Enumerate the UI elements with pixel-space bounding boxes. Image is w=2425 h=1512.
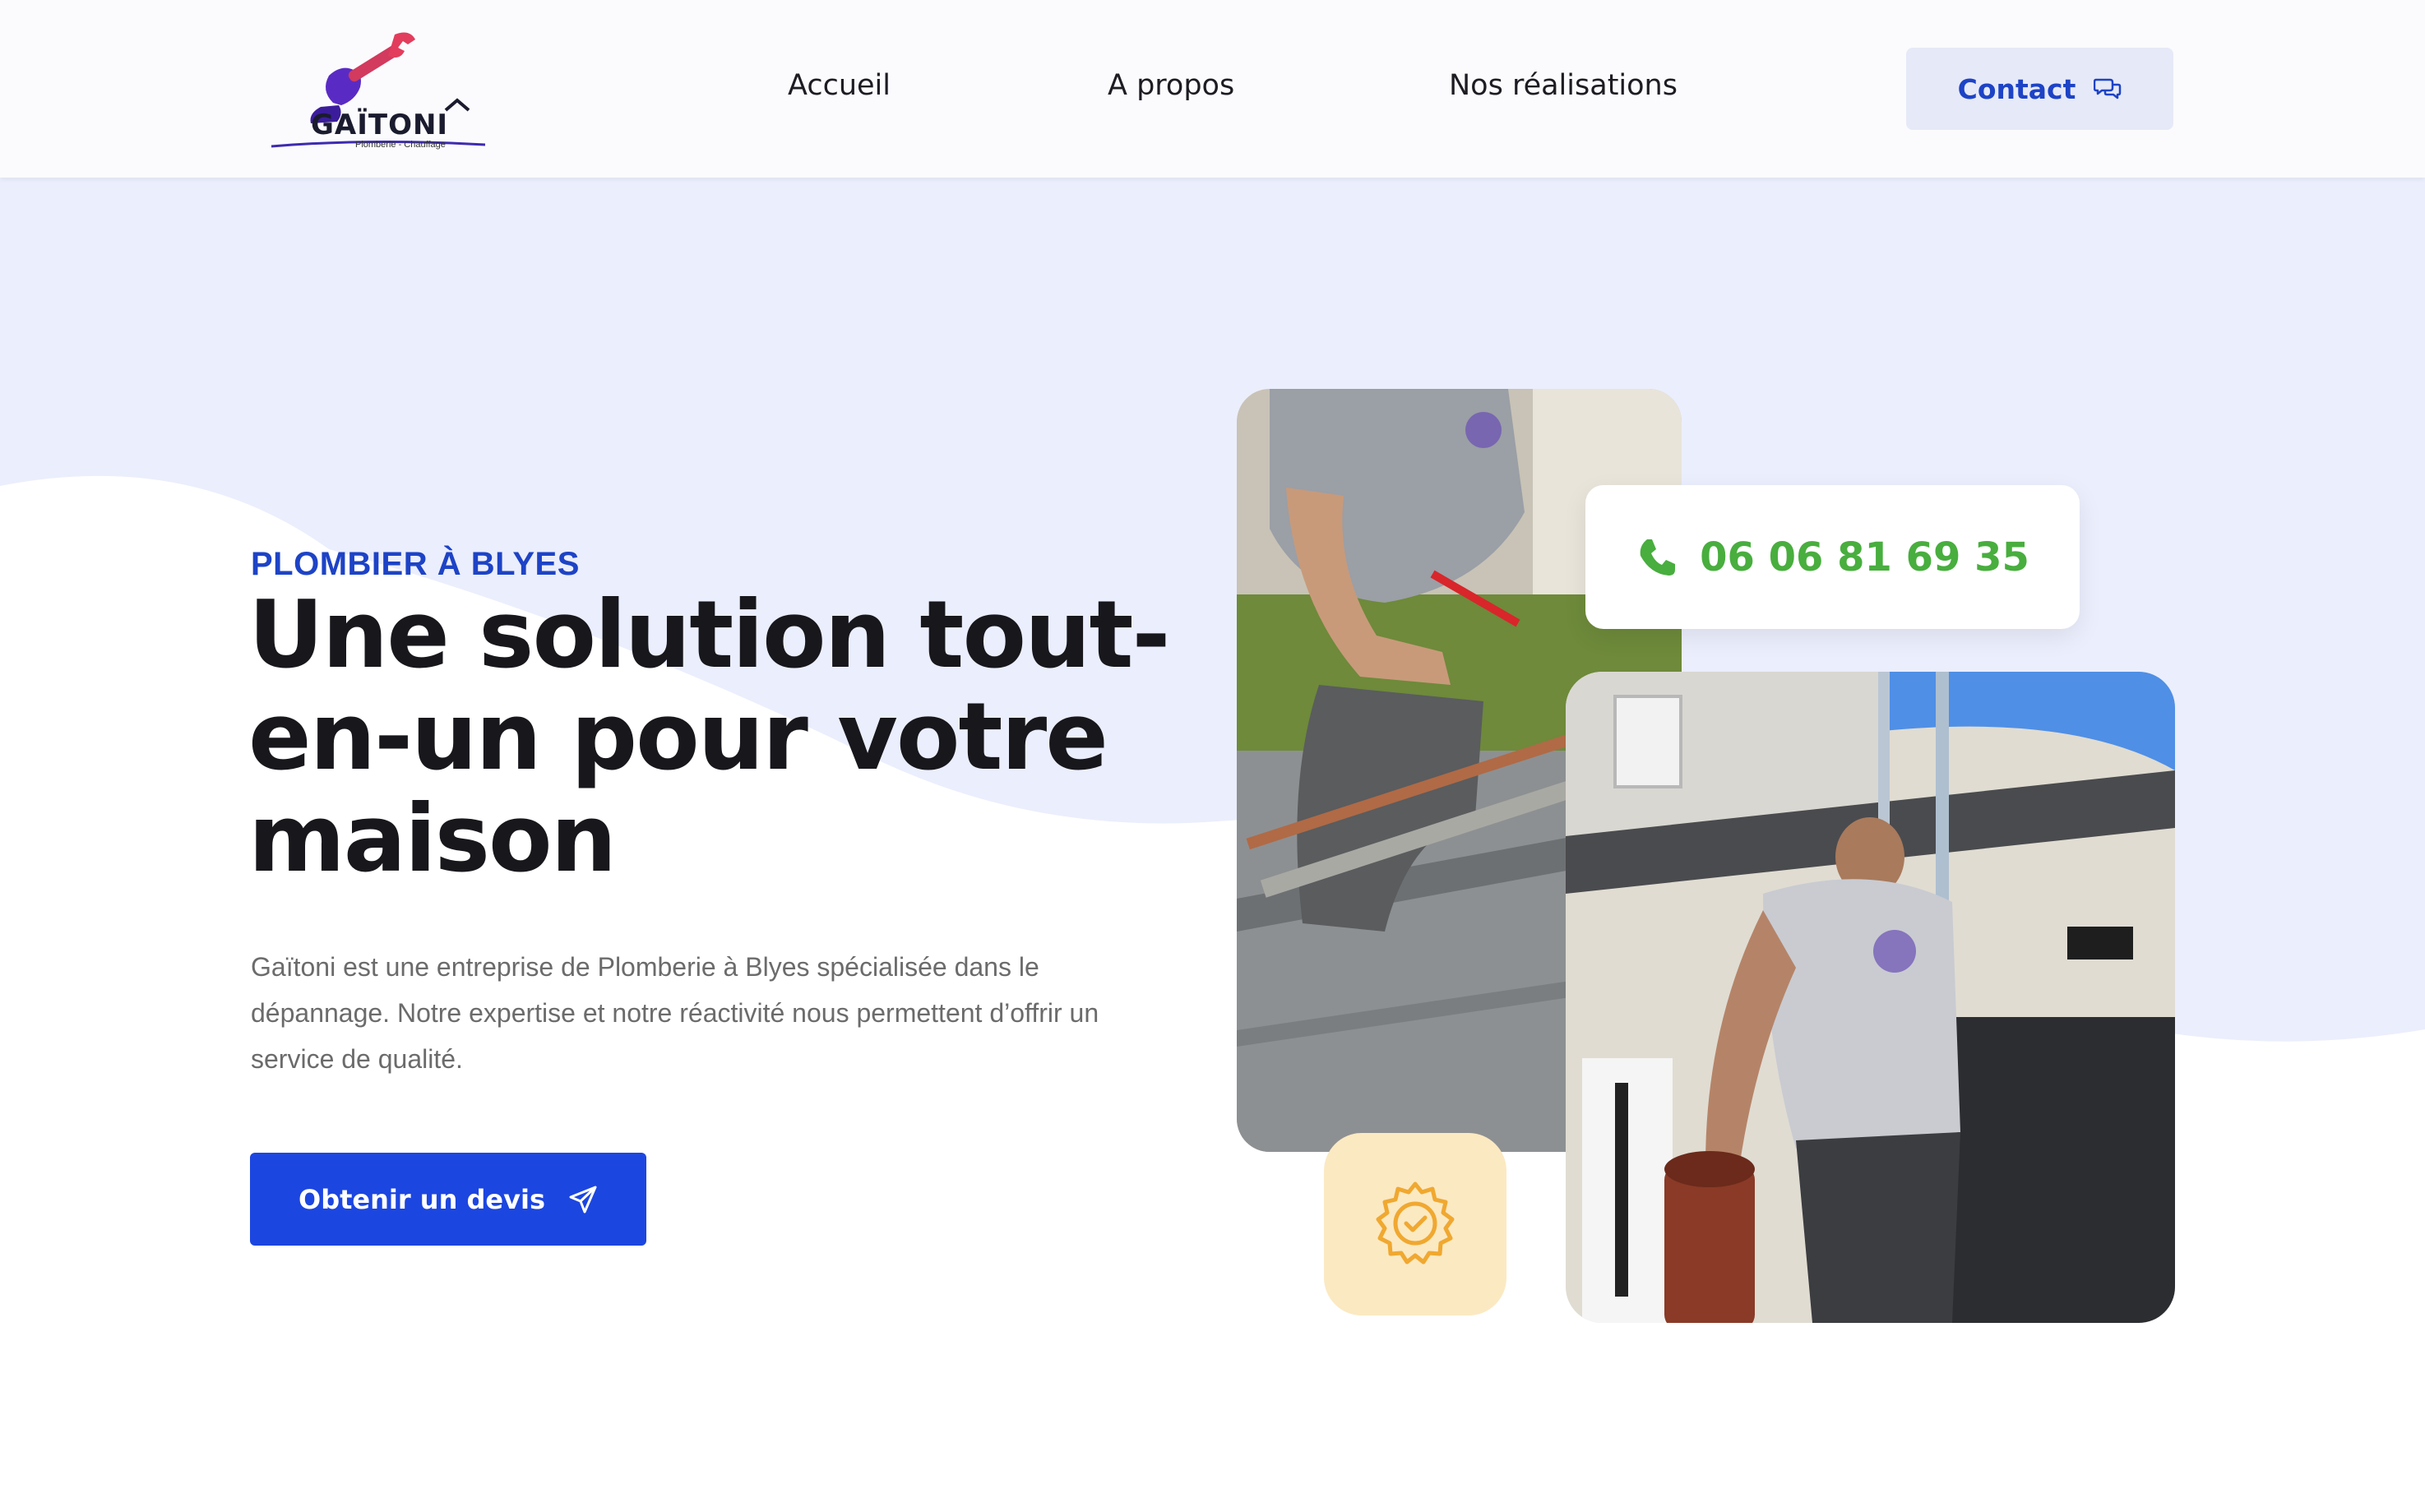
contact-button[interactable]: Contact [1906, 48, 2173, 130]
paper-plane-icon [569, 1186, 597, 1213]
verified-seal-icon [1376, 1181, 1455, 1265]
hero-description: Gaïtoni est une entreprise de Plomberie … [251, 952, 1099, 1074]
logo-wordmark: GAÏTONI [311, 109, 449, 141]
nav-link-accueil[interactable]: Accueil [788, 69, 891, 102]
phone-icon [1640, 539, 1676, 576]
hero-eyebrow: PLOMBIER À BLYES [251, 546, 580, 582]
photo-plumber-on-ladder [1566, 672, 2175, 1323]
phone-card[interactable]: 06 06 81 69 35 [1585, 485, 2080, 629]
quality-badge-card [1324, 1133, 1506, 1315]
chat-bubbles-icon [2094, 78, 2122, 99]
get-quote-button[interactable]: Obtenir un devis [250, 1153, 646, 1246]
nav-link-nos-realisations[interactable]: Nos réalisations [1449, 69, 1678, 102]
site-logo[interactable]: GAÏTONI Plomberie - Chauffage [263, 25, 486, 150]
logo-tagline: Plomberie - Chauffage [355, 140, 446, 150]
contact-button-label: Contact [1957, 72, 2076, 105]
site-header: GAÏTONI Plomberie - Chauffage Accueil A … [0, 0, 2425, 178]
nav-link-a-propos[interactable]: A propos [1108, 69, 1234, 102]
hero-headline: Une solution tout-en-un pour votre maiso… [248, 580, 1170, 893]
get-quote-button-label: Obtenir un devis [298, 1183, 545, 1215]
phone-number: 06 06 81 69 35 [1700, 534, 2029, 580]
